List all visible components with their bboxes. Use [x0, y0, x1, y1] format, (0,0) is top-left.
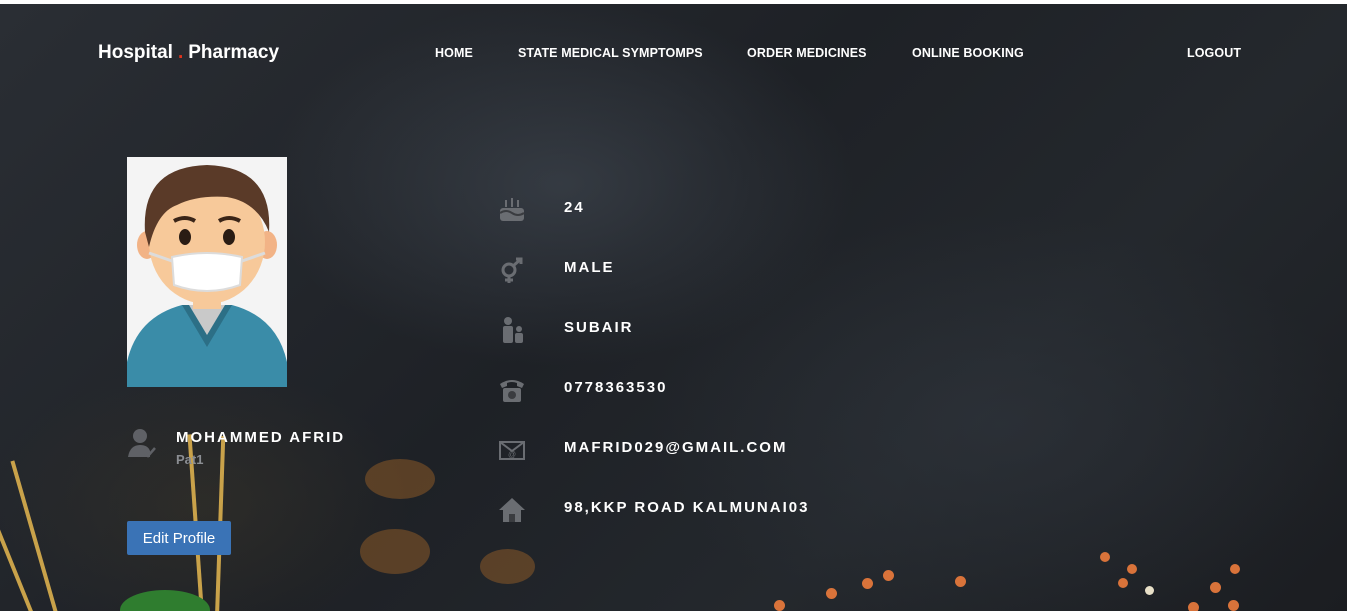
nav-medical-symptoms[interactable]: STATE MEDICAL SYMPTOMPS: [518, 46, 703, 60]
gender-icon: [498, 256, 526, 284]
nav-logout[interactable]: LOGOUT: [1187, 46, 1241, 60]
brand-name-right: Pharmacy: [188, 42, 280, 63]
detail-phone: 0778363530: [564, 379, 668, 396]
nav-online-booking[interactable]: ONLINE BOOKING: [912, 46, 1024, 60]
profile-avatar: [127, 157, 287, 387]
telephone-icon: [498, 376, 526, 404]
detail-address: 98,KKP ROAD KALMUNAI03: [564, 499, 810, 516]
brand-dot: .: [177, 42, 184, 63]
svg-text:@: @: [508, 450, 516, 459]
nav-home[interactable]: HOME: [435, 46, 473, 60]
detail-gender: MALE: [564, 259, 615, 276]
home-icon: [498, 496, 526, 524]
detail-email: MAFRID029@GMAIL.COM: [564, 439, 788, 456]
family-icon: [498, 316, 526, 344]
brand-logo[interactable]: Hospital. Pharmacy: [98, 42, 279, 64]
right-edge: [1347, 4, 1351, 42]
envelope-icon: @: [498, 436, 526, 464]
nav-order-medicines[interactable]: ORDER MEDICINES: [747, 46, 867, 60]
patient-id: Pat1: [176, 452, 204, 467]
brand-name-left: Hospital: [98, 42, 173, 63]
patient-name: MOHAMMED AFRID: [176, 429, 346, 446]
birthday-cake-icon: [498, 195, 526, 223]
edit-profile-button[interactable]: Edit Profile: [127, 521, 231, 555]
detail-guardian: SUBAIR: [564, 319, 634, 336]
user-check-icon: [128, 427, 156, 459]
detail-age: 24: [564, 199, 585, 216]
